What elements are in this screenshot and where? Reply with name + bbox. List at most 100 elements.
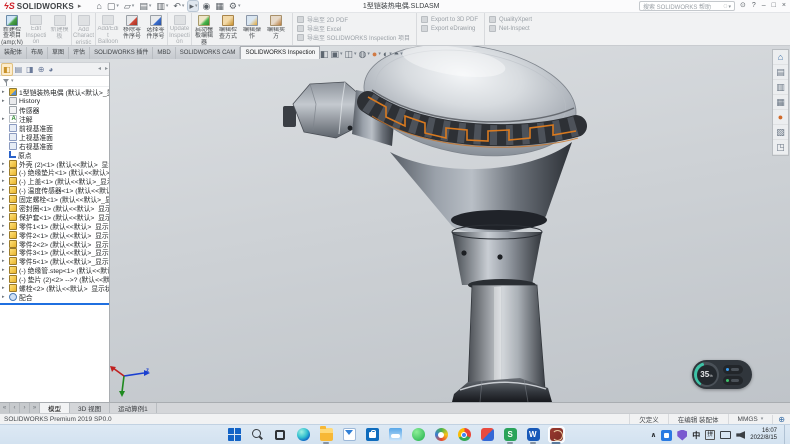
taskbar-app-icon[interactable] bbox=[249, 426, 266, 443]
hud-icon[interactable]: ● bbox=[372, 49, 381, 59]
panel-tab-icon[interactable]: ◨ bbox=[25, 64, 35, 75]
tree-item[interactable]: ▸ 零件2<2> (默认<<默认>_显示状态 bbox=[0, 239, 109, 248]
task-pane-tab-icon[interactable]: ⌂ bbox=[773, 50, 788, 65]
commandmanager-tab[interactable]: SOLIDWORKS Inspection bbox=[240, 46, 320, 59]
expand-arrow-icon[interactable]: ▸ bbox=[2, 241, 7, 247]
window-control-button[interactable]: □ bbox=[772, 1, 776, 11]
expand-arrow-icon[interactable]: ▸ bbox=[2, 161, 7, 167]
tree-item[interactable]: ▸ (-) 绝缘管.step<1> (默认<<默认>_显 bbox=[0, 266, 109, 275]
commandmanager-tab[interactable]: 装配体 bbox=[0, 47, 27, 59]
volume-icon[interactable] bbox=[736, 431, 745, 439]
expand-arrow-icon[interactable]: ▸ bbox=[2, 258, 7, 264]
taskbar-app-icon[interactable] bbox=[341, 426, 358, 443]
ribbon-button[interactable]: 新建检查项目 (amp;N) bbox=[0, 13, 24, 45]
show-desktop-button[interactable] bbox=[784, 425, 786, 444]
tab-scroll-button[interactable]: ‹ bbox=[10, 403, 20, 413]
window-control-button[interactable]: – bbox=[762, 1, 766, 11]
tree-item[interactable]: ▸ 密封圈<1> (默认<<默认>_显示状态 bbox=[0, 204, 109, 213]
commandmanager-tab[interactable]: SOLIDWORKS CAM bbox=[176, 47, 241, 59]
tree-item[interactable]: ▸ 零件1<1> (默认<<默认>_显示状态- bbox=[0, 221, 109, 230]
tree-item[interactable]: ▸ 螺栓<2> (默认<<默认>_显示状态 bbox=[0, 284, 109, 293]
export-button[interactable]: Export to 3D PDF bbox=[421, 15, 478, 24]
expand-arrow-icon[interactable]: ▸ bbox=[2, 169, 7, 175]
export-button[interactable]: Net-Inspect bbox=[489, 24, 532, 33]
tree-item[interactable]: ▸ (-) 绝缘垫片<1> (默认<<默认>_显示 bbox=[0, 168, 109, 177]
ribbon-button[interactable]: 移除零件序号 bbox=[120, 13, 144, 45]
qat-button-icon[interactable]: ▢ bbox=[106, 1, 120, 11]
tree-item[interactable]: ▸ (-) 温度传感器<1> (默认<<默认>_显 bbox=[0, 186, 109, 195]
hud-icon[interactable]: ▣ bbox=[330, 49, 342, 59]
qat-button-icon[interactable]: ▦ bbox=[214, 1, 225, 11]
export-button[interactable]: QualityXpert bbox=[489, 15, 532, 24]
tree-splitter[interactable] bbox=[0, 303, 109, 305]
qat-button-icon[interactable]: ⚙ bbox=[228, 1, 242, 11]
export-button[interactable]: 导出至 SOLIDWORKS Inspection 项目 bbox=[297, 33, 410, 42]
panel-tab-icon[interactable]: ⊕ bbox=[37, 64, 46, 75]
menu-flyout-arrow-icon[interactable]: ▸ bbox=[78, 2, 82, 10]
ribbon-button[interactable]: 编辑卖方 bbox=[264, 13, 288, 45]
tree-item[interactable]: ▸ (-) 垫片 (2)<2> -->? (默认<<默认>_ bbox=[0, 275, 109, 284]
expand-arrow-icon[interactable]: ▸ bbox=[2, 249, 7, 255]
taskbar-app-icon[interactable] bbox=[479, 426, 496, 443]
clock[interactable]: 16:07 2022/8/15 bbox=[750, 428, 777, 442]
task-pane-tab-icon[interactable]: ▧ bbox=[773, 125, 788, 140]
task-pane-tab-icon[interactable]: ▤ bbox=[773, 65, 788, 80]
window-control-button[interactable]: ? bbox=[752, 1, 756, 11]
taskbar-app-icon[interactable] bbox=[387, 426, 404, 443]
graphics-area[interactable]: 装配体布局草图评估SOLIDWORKS 插件MBDSOLIDWORKS CAMS… bbox=[0, 46, 790, 402]
ribbon-button[interactable]: Add/Edit Balloons bbox=[96, 13, 120, 45]
task-pane-tab-icon[interactable]: ◳ bbox=[773, 140, 788, 155]
taskbar-app-icon[interactable] bbox=[272, 426, 289, 443]
expand-arrow-icon[interactable]: ▸ bbox=[2, 267, 7, 273]
ribbon-button[interactable]: 编辑操作 bbox=[240, 13, 264, 45]
ribbon-button[interactable]: Update Inspection Project bbox=[168, 13, 192, 45]
task-pane-tab-icon[interactable]: ▦ bbox=[773, 95, 788, 110]
view-tab[interactable]: 3D 视图 bbox=[70, 403, 110, 413]
tree-item[interactable]: ▸ 注解 bbox=[0, 115, 109, 124]
taskbar-app-icon[interactable] bbox=[433, 426, 450, 443]
panel-tab-icon[interactable]: ◧ bbox=[2, 64, 12, 75]
tree-filter[interactable]: ▾ bbox=[0, 76, 109, 87]
tree-item[interactable]: ▸ 配合 bbox=[0, 292, 109, 301]
export-button[interactable]: Export eDrawing bbox=[421, 24, 478, 33]
panel-tab-icon[interactable]: ◂ bbox=[97, 64, 102, 75]
hud-icon[interactable]: ◍ bbox=[359, 49, 370, 59]
expand-arrow-icon[interactable]: ▸ bbox=[2, 214, 7, 220]
qat-button-icon[interactable]: ⌂ bbox=[95, 1, 102, 11]
commandmanager-tab[interactable]: 布局 bbox=[27, 47, 48, 59]
search-icon[interactable]: ◌ bbox=[723, 3, 731, 10]
tray-chevron-icon[interactable]: ∧ bbox=[651, 431, 657, 439]
tree-item[interactable]: ▸ 固定螺栓<1> (默认<<默认>_显示状 bbox=[0, 195, 109, 204]
qat-button-icon[interactable]: ◉ bbox=[201, 1, 211, 11]
qat-button-icon[interactable]: ▤ bbox=[138, 1, 152, 11]
commandmanager-tab[interactable]: MBD bbox=[153, 47, 175, 59]
tree-item[interactable]: ▸ 原点 bbox=[0, 150, 109, 159]
expand-arrow-icon[interactable]: ▸ bbox=[2, 294, 7, 300]
commandmanager-tab[interactable]: 草图 bbox=[48, 47, 69, 59]
taskbar-app-icon[interactable] bbox=[410, 426, 427, 443]
recorder-button-bottom[interactable] bbox=[723, 376, 743, 385]
tree-item[interactable]: ▸ 零件3<1> (默认<<默认>_显示状态 bbox=[0, 248, 109, 257]
tree-root-item[interactable]: ▸ 1型铠装热电偶 (默认<默认>_显示状态-1 bbox=[0, 88, 109, 97]
window-control-button[interactable]: ⊙ bbox=[740, 1, 746, 11]
ribbon-button[interactable]: 启动模板编辑器 bbox=[192, 13, 216, 45]
tree-item[interactable]: ▸ 零件2<1> (默认<<默认>_显示状态 bbox=[0, 230, 109, 239]
taskbar-app-icon[interactable] bbox=[364, 426, 381, 443]
help-search-input[interactable]: 搜索 SOLIDWORKS 帮助 ◌ bbox=[639, 1, 735, 11]
tree-item[interactable]: ▸ 传感器 bbox=[0, 106, 109, 115]
qat-button-icon[interactable]: ▥ bbox=[155, 1, 169, 11]
commandmanager-tab[interactable]: 评估 bbox=[69, 47, 90, 59]
panel-tab-icon[interactable]: ▸ bbox=[104, 64, 109, 75]
expand-arrow-icon[interactable]: ▸ bbox=[2, 232, 7, 238]
expand-arrow-icon[interactable]: ▸ bbox=[2, 98, 7, 104]
tray-app-icon[interactable] bbox=[661, 430, 672, 441]
hud-icon[interactable]: ◐ bbox=[383, 49, 392, 59]
taskbar-app-icon[interactable] bbox=[318, 426, 335, 443]
task-pane-tab-icon[interactable]: ▥ bbox=[773, 80, 788, 95]
taskbar-app-icon[interactable] bbox=[295, 426, 312, 443]
tree-item[interactable]: ▸ 保护套<1> (默认<<默认>_显示状态 bbox=[0, 212, 109, 221]
units-selector[interactable]: MMGS bbox=[728, 414, 773, 424]
recorder-button-top[interactable] bbox=[723, 365, 743, 374]
ribbon-button[interactable]: 选择零件序号 bbox=[144, 13, 168, 45]
ribbon-button[interactable]: 编辑检查方式 bbox=[216, 13, 240, 45]
